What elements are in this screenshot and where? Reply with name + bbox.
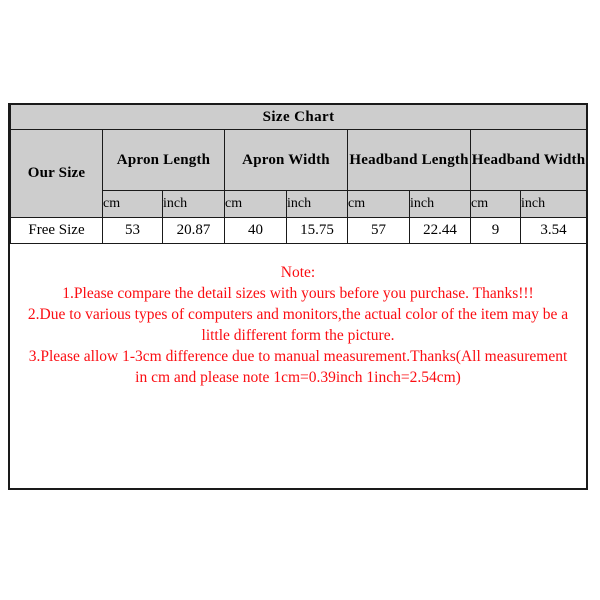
unit-header-headband-width-inch: inch <box>519 190 588 218</box>
note-section: Note: 1.Please compare the detail sizes … <box>10 244 586 388</box>
cell-headband-length-inch: 22.44 <box>409 217 471 244</box>
column-group-headband-length: Headband Length <box>347 129 471 191</box>
cell-apron-width-cm: 40 <box>224 217 287 244</box>
note-line-2: 2.Due to various types of computers and … <box>27 306 569 344</box>
note-heading: Note: <box>280 264 316 281</box>
size-chart-container: Size Chart Our Size Apron Length Apron W… <box>8 103 588 490</box>
column-group-headband-width: Headband Width <box>469 129 588 191</box>
cell-apron-length-cm: 53 <box>102 217 163 244</box>
size-chart-table: Size Chart Our Size Apron Length Apron W… <box>9 105 588 244</box>
chart-title: Size Chart <box>9 105 588 130</box>
cell-apron-length-inch: 20.87 <box>162 217 225 244</box>
unit-header-apron-length-inch: inch <box>162 190 225 218</box>
unit-header-apron-width-cm: cm <box>224 190 287 218</box>
note-line-1: 1.Please compare the detail sizes with y… <box>62 285 534 302</box>
note-line-3: 3.Please allow 1-3cm difference due to m… <box>28 348 568 386</box>
column-group-apron-width: Apron Width <box>224 129 348 191</box>
table-title-row: Size Chart <box>9 105 588 130</box>
unit-header-apron-length-cm: cm <box>102 190 163 218</box>
unit-header-headband-width-cm: cm <box>470 190 521 218</box>
cell-size-label: Free Size <box>10 217 103 244</box>
unit-header-apron-width-inch: inch <box>286 190 348 218</box>
cell-headband-width-cm: 9 <box>470 217 521 244</box>
table-group-header-row: Our Size Apron Length Apron Width Headba… <box>10 129 588 218</box>
unit-header-headband-length-inch: inch <box>409 190 471 218</box>
size-chart-page: Size Chart Our Size Apron Length Apron W… <box>0 0 600 600</box>
cell-headband-length-cm: 57 <box>347 217 410 244</box>
column-group-apron-length: Apron Length <box>102 129 225 191</box>
cell-headband-width-inch: 3.54 <box>519 217 588 244</box>
unit-header-headband-length-cm: cm <box>347 190 410 218</box>
column-header-our-size: Our Size <box>10 129 103 218</box>
cell-apron-width-inch: 15.75 <box>286 217 348 244</box>
table-row: Free Size 53 20.87 40 15.75 57 22.44 9 3… <box>10 217 588 244</box>
